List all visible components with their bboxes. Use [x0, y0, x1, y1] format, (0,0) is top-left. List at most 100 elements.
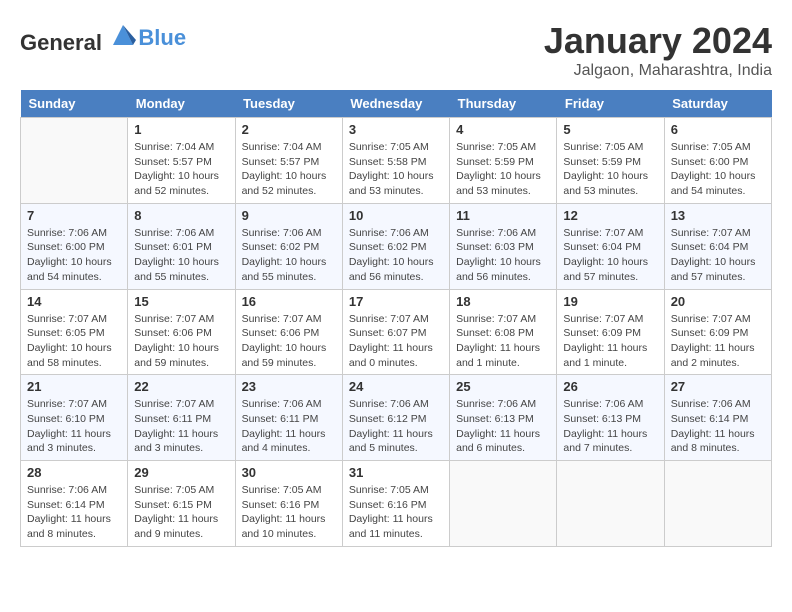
calendar-cell: 31Sunrise: 7:05 AMSunset: 6:16 PMDayligh…: [342, 461, 449, 547]
calendar-cell: 26 Sunrise: 7:06 AMSunset: 6:13 PMDayligh…: [557, 375, 664, 461]
day-number: 26: [563, 379, 657, 394]
calendar-cell: 3Sunrise: 7:05 AMSunset: 5:58 PMDaylight…: [342, 118, 449, 204]
calendar-cell: 20 Sunrise: 7:07 AMSunset: 6:09 PMDayligh…: [664, 289, 771, 375]
day-info: Sunrise: 7:06 AMSunset: 6:00 PMDaylight:…: [27, 226, 121, 285]
calendar-cell: 7 Sunrise: 7:06 AMSunset: 6:00 PMDaylight…: [21, 203, 128, 289]
calendar-cell: 18Sunrise: 7:07 AMSunset: 6:08 PMDayligh…: [450, 289, 557, 375]
calendar-cell: 6Sunrise: 7:05 AMSunset: 6:00 PMDaylight…: [664, 118, 771, 204]
calendar-cell: 19 Sunrise: 7:07 AMSunset: 6:09 PMDayligh…: [557, 289, 664, 375]
day-info: Sunrise: 7:07 AMSunset: 6:09 PMDaylight:…: [563, 312, 657, 371]
day-number: 24: [349, 379, 443, 394]
day-info: Sunrise: 7:06 AMSunset: 6:03 PMDaylight:…: [456, 226, 550, 285]
calendar-cell: 10Sunrise: 7:06 AMSunset: 6:02 PMDayligh…: [342, 203, 449, 289]
calendar-cell: 21Sunrise: 7:07 AMSunset: 6:10 PMDayligh…: [21, 375, 128, 461]
calendar-cell: 4 Sunrise: 7:05 AMSunset: 5:59 PMDaylight…: [450, 118, 557, 204]
col-header-friday: Friday: [557, 90, 664, 118]
week-row-1: 1 Sunrise: 7:04 AMSunset: 5:57 PMDaylight…: [21, 118, 772, 204]
calendar-cell: 22 Sunrise: 7:07 AMSunset: 6:11 PMDayligh…: [128, 375, 235, 461]
day-number: 13: [671, 208, 765, 223]
day-info: Sunrise: 7:07 AMSunset: 6:11 PMDaylight:…: [134, 397, 228, 456]
col-header-saturday: Saturday: [664, 90, 771, 118]
week-row-3: 14 Sunrise: 7:07 AMSunset: 6:05 PMDayligh…: [21, 289, 772, 375]
day-number: 11: [456, 208, 550, 223]
calendar-cell: 23 Sunrise: 7:06 AMSunset: 6:11 PMDayligh…: [235, 375, 342, 461]
day-info: Sunrise: 7:05 AMSunset: 6:16 PMDaylight:…: [242, 483, 336, 542]
day-number: 17: [349, 294, 443, 309]
calendar-cell: 13 Sunrise: 7:07 AMSunset: 6:04 PMDayligh…: [664, 203, 771, 289]
day-number: 3: [349, 122, 443, 137]
calendar-cell: 5Sunrise: 7:05 AMSunset: 5:59 PMDaylight…: [557, 118, 664, 204]
day-info: Sunrise: 7:07 AMSunset: 6:10 PMDaylight:…: [27, 397, 121, 456]
day-number: 20: [671, 294, 765, 309]
day-info: Sunrise: 7:07 AMSunset: 6:05 PMDaylight:…: [27, 312, 121, 371]
calendar-cell: 1 Sunrise: 7:04 AMSunset: 5:57 PMDaylight…: [128, 118, 235, 204]
logo-general: General: [20, 30, 102, 55]
day-number: 19: [563, 294, 657, 309]
logo-blue: Blue: [138, 25, 186, 50]
day-info: Sunrise: 7:06 AMSunset: 6:02 PMDaylight:…: [349, 226, 443, 285]
calendar-cell: 28 Sunrise: 7:06 AMSunset: 6:14 PMDayligh…: [21, 461, 128, 547]
day-info: Sunrise: 7:07 AMSunset: 6:09 PMDaylight:…: [671, 312, 765, 371]
calendar-cell: 12 Sunrise: 7:07 AMSunset: 6:04 PMDayligh…: [557, 203, 664, 289]
day-info: Sunrise: 7:06 AMSunset: 6:14 PMDaylight:…: [671, 397, 765, 456]
calendar-cell: 11 Sunrise: 7:06 AMSunset: 6:03 PMDayligh…: [450, 203, 557, 289]
day-info: Sunrise: 7:05 AMSunset: 6:15 PMDaylight:…: [134, 483, 228, 542]
day-info: Sunrise: 7:07 AMSunset: 6:04 PMDaylight:…: [671, 226, 765, 285]
day-info: Sunrise: 7:04 AMSunset: 5:57 PMDaylight:…: [242, 140, 336, 199]
header-row: SundayMondayTuesdayWednesdayThursdayFrid…: [21, 90, 772, 118]
day-number: 16: [242, 294, 336, 309]
day-info: Sunrise: 7:06 AMSunset: 6:14 PMDaylight:…: [27, 483, 121, 542]
day-number: 6: [671, 122, 765, 137]
day-info: Sunrise: 7:04 AMSunset: 5:57 PMDaylight:…: [134, 140, 228, 199]
logo-icon: [108, 20, 138, 50]
day-info: Sunrise: 7:06 AMSunset: 6:01 PMDaylight:…: [134, 226, 228, 285]
day-info: Sunrise: 7:07 AMSunset: 6:07 PMDaylight:…: [349, 312, 443, 371]
calendar-cell: [557, 461, 664, 547]
day-number: 1: [134, 122, 228, 137]
calendar-cell: 9Sunrise: 7:06 AMSunset: 6:02 PMDaylight…: [235, 203, 342, 289]
day-number: 23: [242, 379, 336, 394]
col-header-monday: Monday: [128, 90, 235, 118]
calendar-cell: 16 Sunrise: 7:07 AMSunset: 6:06 PMDayligh…: [235, 289, 342, 375]
week-row-2: 7 Sunrise: 7:06 AMSunset: 6:00 PMDaylight…: [21, 203, 772, 289]
day-info: Sunrise: 7:07 AMSunset: 6:06 PMDaylight:…: [242, 312, 336, 371]
col-header-wednesday: Wednesday: [342, 90, 449, 118]
day-number: 22: [134, 379, 228, 394]
logo: General Blue: [20, 20, 186, 56]
day-info: Sunrise: 7:07 AMSunset: 6:08 PMDaylight:…: [456, 312, 550, 371]
calendar-cell: 29 Sunrise: 7:05 AMSunset: 6:15 PMDayligh…: [128, 461, 235, 547]
calendar-cell: [450, 461, 557, 547]
day-number: 4: [456, 122, 550, 137]
col-header-thursday: Thursday: [450, 90, 557, 118]
day-info: Sunrise: 7:06 AMSunset: 6:12 PMDaylight:…: [349, 397, 443, 456]
calendar-cell: 24 Sunrise: 7:06 AMSunset: 6:12 PMDayligh…: [342, 375, 449, 461]
day-number: 5: [563, 122, 657, 137]
day-info: Sunrise: 7:07 AMSunset: 6:06 PMDaylight:…: [134, 312, 228, 371]
day-number: 29: [134, 465, 228, 480]
calendar-cell: 2 Sunrise: 7:04 AMSunset: 5:57 PMDaylight…: [235, 118, 342, 204]
day-info: Sunrise: 7:05 AMSunset: 5:59 PMDaylight:…: [456, 140, 550, 199]
day-number: 28: [27, 465, 121, 480]
day-number: 27: [671, 379, 765, 394]
calendar-cell: 14 Sunrise: 7:07 AMSunset: 6:05 PMDayligh…: [21, 289, 128, 375]
day-number: 9: [242, 208, 336, 223]
page-header: General Blue January 2024 Jalgaon, Mahar…: [20, 20, 772, 80]
day-info: Sunrise: 7:07 AMSunset: 6:04 PMDaylight:…: [563, 226, 657, 285]
day-info: Sunrise: 7:06 AMSunset: 6:13 PMDaylight:…: [563, 397, 657, 456]
calendar-cell: [664, 461, 771, 547]
day-number: 12: [563, 208, 657, 223]
calendar-cell: 8Sunrise: 7:06 AMSunset: 6:01 PMDaylight…: [128, 203, 235, 289]
day-number: 14: [27, 294, 121, 309]
day-number: 2: [242, 122, 336, 137]
title-block: January 2024 Jalgaon, Maharashtra, India: [544, 20, 772, 80]
calendar-cell: [21, 118, 128, 204]
calendar-table: SundayMondayTuesdayWednesdayThursdayFrid…: [20, 90, 772, 547]
calendar-cell: 15Sunrise: 7:07 AMSunset: 6:06 PMDayligh…: [128, 289, 235, 375]
day-info: Sunrise: 7:06 AMSunset: 6:11 PMDaylight:…: [242, 397, 336, 456]
month-title: January 2024: [544, 20, 772, 62]
col-header-sunday: Sunday: [21, 90, 128, 118]
location-title: Jalgaon, Maharashtra, India: [544, 62, 772, 80]
calendar-cell: 25Sunrise: 7:06 AMSunset: 6:13 PMDayligh…: [450, 375, 557, 461]
calendar-cell: 17 Sunrise: 7:07 AMSunset: 6:07 PMDayligh…: [342, 289, 449, 375]
day-number: 7: [27, 208, 121, 223]
